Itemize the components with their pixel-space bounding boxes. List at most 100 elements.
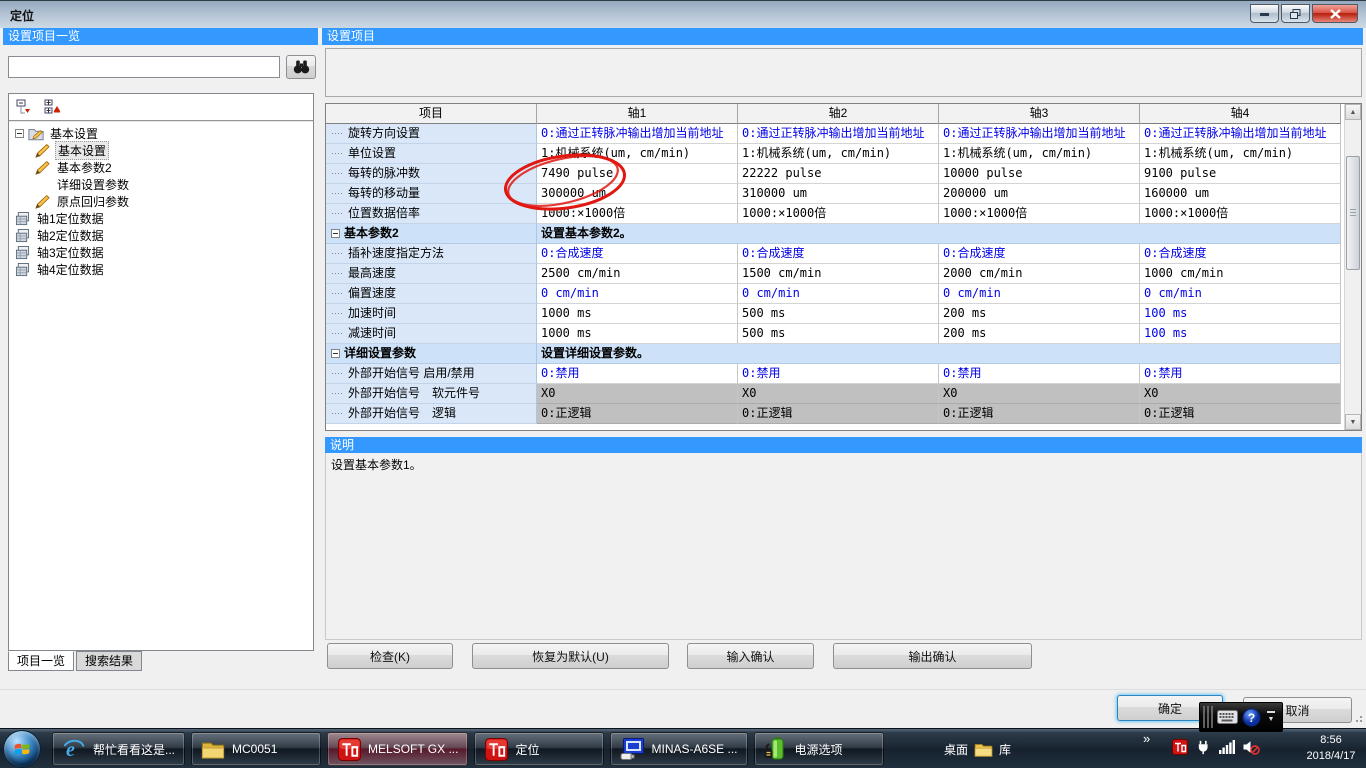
tree-item-sub-3[interactable]: 详细设置参数 — [9, 176, 313, 193]
taskbar-button-4[interactable]: MINAS-A6SE ... — [610, 732, 747, 766]
restore-default-button[interactable]: 恢复为默认(U) — [472, 643, 669, 669]
keyboard-icon[interactable] — [1217, 710, 1238, 724]
desktop-toolbar-label[interactable]: 桌面 — [944, 741, 968, 758]
value-cell-axis4[interactable]: 9100 pulse — [1140, 164, 1341, 184]
section-collapse-box[interactable] — [331, 349, 340, 358]
tree-item-6[interactable]: 轴2定位数据 — [9, 227, 313, 244]
value-cell-axis1[interactable]: 0 cm/min — [537, 284, 738, 304]
value-cell-axis4[interactable]: 0:正逻辑 — [1140, 404, 1341, 424]
value-cell-axis3[interactable]: 0:通过正转脉冲输出增加当前地址 — [939, 124, 1140, 144]
value-cell-axis2[interactable]: 0:通过正转脉冲输出增加当前地址 — [738, 124, 939, 144]
value-cell-axis1[interactable]: X0 — [537, 384, 738, 404]
value-cell-axis2[interactable]: X0 — [738, 384, 939, 404]
expand-all-button[interactable] — [43, 98, 63, 116]
value-cell-axis2[interactable]: 1500 cm/min — [738, 264, 939, 284]
taskbar-clock[interactable]: 8:56 2018/4/17 — [1300, 732, 1362, 764]
check-button[interactable]: 检查(K) — [327, 643, 453, 669]
value-cell-axis4[interactable]: 100 ms — [1140, 304, 1341, 324]
value-cell-axis3[interactable]: 2000 cm/min — [939, 264, 1140, 284]
value-cell-axis1[interactable]: 1000:×1000倍 — [537, 204, 738, 224]
value-cell-axis3[interactable]: 200 ms — [939, 324, 1140, 344]
language-bar-grip[interactable] — [1203, 706, 1213, 728]
tree-item-sub-2[interactable]: 基本参数2 — [9, 159, 313, 176]
tree-item-7[interactable]: 轴3定位数据 — [9, 244, 313, 261]
library-label[interactable]: 库 — [999, 741, 1011, 758]
value-cell-axis1[interactable]: 0:禁用 — [537, 364, 738, 384]
value-cell-axis3[interactable]: X0 — [939, 384, 1140, 404]
value-cell-axis4[interactable]: 160000 um — [1140, 184, 1341, 204]
search-input[interactable] — [8, 56, 280, 78]
value-cell-axis3[interactable]: 200000 um — [939, 184, 1140, 204]
value-cell-axis2[interactable]: 0 cm/min — [738, 284, 939, 304]
value-cell-axis3[interactable]: 1:机械系统(um, cm/min) — [939, 144, 1140, 164]
value-cell-axis1[interactable]: 2500 cm/min — [537, 264, 738, 284]
value-cell-axis2[interactable]: 0:正逻辑 — [738, 404, 939, 424]
section-collapse-box[interactable] — [331, 229, 340, 238]
tab-search-results[interactable]: 搜索结果 — [76, 651, 142, 671]
value-cell-axis4[interactable]: X0 — [1140, 384, 1341, 404]
tree-collapse-box[interactable] — [15, 129, 24, 138]
hardware-tray-icon[interactable] — [1196, 740, 1211, 755]
value-cell-axis2[interactable]: 500 ms — [738, 304, 939, 324]
library-folder-icon[interactable] — [974, 742, 993, 757]
help-icon[interactable]: ? — [1242, 708, 1261, 727]
minimize-button[interactable] — [1250, 4, 1279, 23]
value-cell-axis1[interactable]: 0:通过正转脉冲输出增加当前地址 — [537, 124, 738, 144]
tree-item-5[interactable]: 轴1定位数据 — [9, 210, 313, 227]
scrollbar-thumb[interactable] — [1346, 156, 1360, 270]
network-signal-icon[interactable] — [1219, 740, 1235, 754]
value-cell-axis1[interactable]: 0:合成速度 — [537, 244, 738, 264]
search-button[interactable] — [286, 55, 316, 79]
value-cell-axis3[interactable]: 10000 pulse — [939, 164, 1140, 184]
value-cell-axis2[interactable]: 0:合成速度 — [738, 244, 939, 264]
resize-grip[interactable] — [1350, 710, 1362, 722]
value-cell-axis1[interactable]: 1000 ms — [537, 324, 738, 344]
taskbar-button-1[interactable]: MC0051 — [191, 732, 321, 766]
melsoft-tray-icon[interactable] — [1172, 739, 1188, 755]
value-cell-axis1[interactable]: 7490 pulse — [537, 164, 738, 184]
value-cell-axis4[interactable]: 1:机械系统(um, cm/min) — [1140, 144, 1341, 164]
scrollbar-up-arrow[interactable]: ▲ — [1345, 104, 1361, 120]
value-cell-axis2[interactable]: 310000 um — [738, 184, 939, 204]
scrollbar-down-arrow[interactable]: ▼ — [1345, 414, 1361, 430]
taskbar-button-5[interactable]: 电源选项 — [754, 732, 884, 766]
value-cell-axis3[interactable]: 0:合成速度 — [939, 244, 1140, 264]
language-bar-options-arrow[interactable]: ▼ — [1268, 716, 1275, 723]
table-scrollbar[interactable]: ▲ ▼ — [1344, 104, 1361, 430]
tree-item-0[interactable]: 基本设置 — [9, 125, 313, 142]
value-cell-axis4[interactable]: 0:禁用 — [1140, 364, 1341, 384]
tab-item-list[interactable]: 项目一览 — [8, 651, 74, 671]
value-cell-axis2[interactable]: 1000:×1000倍 — [738, 204, 939, 224]
volume-muted-icon[interactable] — [1243, 739, 1260, 755]
value-cell-axis4[interactable]: 0:通过正转脉冲输出增加当前地址 — [1140, 124, 1341, 144]
value-cell-axis4[interactable]: 100 ms — [1140, 324, 1341, 344]
tray-overflow-chevron[interactable]: » — [1143, 731, 1150, 746]
value-cell-axis1[interactable]: 300000 um — [537, 184, 738, 204]
value-cell-axis1[interactable]: 1:机械系统(um, cm/min) — [537, 144, 738, 164]
value-cell-axis3[interactable]: 0:正逻辑 — [939, 404, 1140, 424]
tree-item-8[interactable]: 轴4定位数据 — [9, 261, 313, 278]
value-cell-axis2[interactable]: 1:机械系统(um, cm/min) — [738, 144, 939, 164]
value-cell-axis3[interactable]: 0 cm/min — [939, 284, 1140, 304]
taskbar-button-2[interactable]: MELSOFT GX ... — [327, 732, 468, 766]
value-cell-axis1[interactable]: 1000 ms — [537, 304, 738, 324]
output-confirm-button[interactable]: 输出确认 — [833, 643, 1032, 669]
value-cell-axis3[interactable]: 0:禁用 — [939, 364, 1140, 384]
value-cell-axis3[interactable]: 1000:×1000倍 — [939, 204, 1140, 224]
value-cell-axis4[interactable]: 0:合成速度 — [1140, 244, 1341, 264]
close-button[interactable] — [1312, 4, 1358, 23]
value-cell-axis2[interactable]: 500 ms — [738, 324, 939, 344]
value-cell-axis2[interactable]: 22222 pulse — [738, 164, 939, 184]
value-cell-axis2[interactable]: 0:禁用 — [738, 364, 939, 384]
taskbar-button-3[interactable]: 定位 — [474, 732, 604, 766]
collapse-all-button[interactable] — [15, 98, 35, 116]
tree-item-sub-4[interactable]: 原点回归参数 — [9, 193, 313, 210]
value-cell-axis1[interactable]: 0:正逻辑 — [537, 404, 738, 424]
tree-item-sub-1[interactable]: 基本设置 — [9, 142, 313, 159]
value-cell-axis3[interactable]: 200 ms — [939, 304, 1140, 324]
value-cell-axis4[interactable]: 0 cm/min — [1140, 284, 1341, 304]
input-confirm-button[interactable]: 输入确认 — [687, 643, 814, 669]
language-bar[interactable]: ? ▼ — [1199, 702, 1283, 732]
value-cell-axis4[interactable]: 1000:×1000倍 — [1140, 204, 1341, 224]
restore-button[interactable] — [1281, 4, 1310, 23]
